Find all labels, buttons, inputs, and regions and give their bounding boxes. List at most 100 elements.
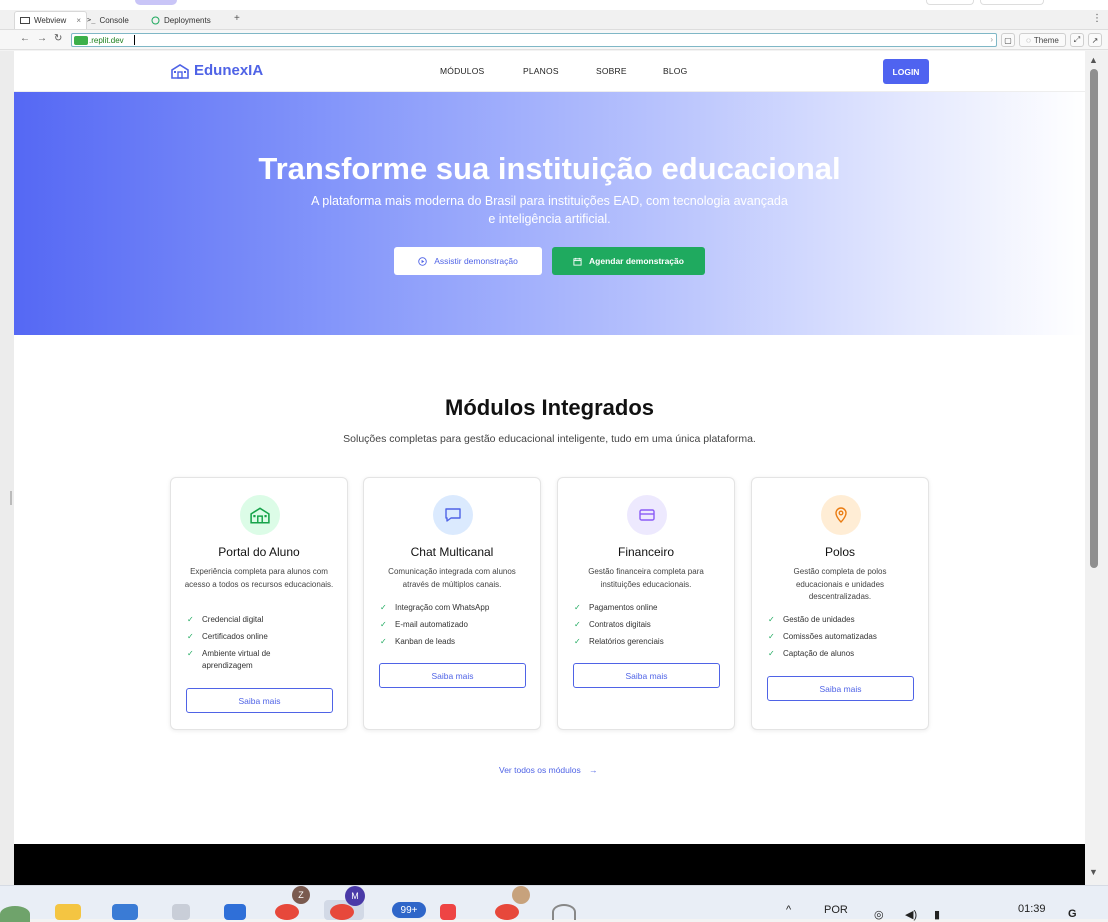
language-indicator[interactable]: POR — [824, 904, 848, 916]
module-card-polos: Polos Gestão completa de polos educacion… — [751, 477, 929, 730]
hero-subtitle: A plataforma mais moderna do Brasil para… — [304, 192, 795, 228]
card-title: Portal do Aluno — [218, 545, 300, 559]
tab-label: Deployments — [164, 15, 211, 25]
feature-item: ✓ Captação de alunos — [768, 648, 918, 660]
page-scrollbar[interactable]: ▲ ▼ — [1085, 51, 1108, 885]
clock-time[interactable]: 01:39 — [1018, 903, 1046, 915]
check-icon: ✓ — [574, 637, 581, 646]
wifi-icon[interactable] — [552, 904, 576, 920]
file-explorer-icon[interactable] — [55, 904, 81, 920]
card-description: Experiência completa para alunos com ace… — [184, 567, 334, 589]
chrome-icon[interactable] — [330, 904, 354, 920]
chrome-icon[interactable] — [495, 904, 519, 920]
feature-item: ✓ Ambiente virtual de aprendizagem — [187, 648, 337, 672]
feature-item: ✓ Gestão de unidades — [768, 614, 918, 626]
link-icon[interactable]: ⤢ — [1070, 33, 1084, 47]
school-icon — [250, 507, 270, 524]
more-options-icon[interactable]: ⋮ — [1092, 13, 1102, 24]
top-button-1[interactable] — [926, 0, 974, 5]
feature-item: ✓ E-mail automatizado — [380, 619, 530, 631]
schedule-demo-label: Agendar demonstração — [589, 256, 684, 266]
url-input[interactable]: .replit.dev › — [71, 33, 997, 47]
feature-label: Comissões automatizadas — [783, 632, 877, 641]
check-icon: ✓ — [768, 615, 775, 624]
volume-icon[interactable]: ◀) — [905, 908, 917, 921]
card-title: Financeiro — [617, 545, 675, 559]
tab-webview[interactable]: Webview × — [14, 11, 87, 29]
feature-list: ✓ Pagamentos online ✓ Contratos digitais ✓… — [574, 602, 724, 653]
hero-title: Transforme sua instituição educacional — [258, 151, 841, 186]
feature-item: ✓ Relatórios gerenciais — [574, 636, 724, 648]
site-header: EdunexIA MÓDULOS PLANOS SOBRE BLOG LOGIN — [14, 51, 1085, 92]
workspace-pill[interactable] — [135, 0, 177, 5]
nav-blog[interactable]: BLOG — [663, 66, 687, 76]
learn-more-button[interactable]: Saiba mais — [379, 663, 526, 688]
map-pin-icon — [835, 507, 847, 523]
learn-more-button[interactable]: Saiba mais — [573, 663, 720, 688]
view-all-label: Ver todos os módulos — [499, 765, 581, 775]
hero-subtitle-line1: A plataforma mais moderna do Brasil para… — [311, 194, 788, 208]
new-tab-button[interactable]: + — [234, 13, 240, 24]
monitor-icon — [20, 16, 30, 24]
watch-demo-button[interactable]: Assistir demonstração — [394, 247, 542, 275]
open-external-icon[interactable]: ↗ — [1088, 33, 1102, 47]
avatar — [512, 886, 530, 904]
check-icon: ✓ — [380, 603, 387, 612]
check-icon: ✓ — [187, 615, 194, 624]
lock-app-icon[interactable] — [172, 904, 190, 920]
feature-list: ✓ Credencial digital ✓ Certificados online… — [187, 614, 337, 677]
forward-icon[interactable]: → — [37, 33, 47, 44]
feature-label: Ambiente virtual de aprendizagem — [202, 649, 271, 670]
site-logo[interactable]: EdunexIA — [171, 62, 263, 79]
tab-deployments[interactable]: Deployments — [146, 11, 216, 29]
card-icon-circle — [627, 495, 667, 535]
check-icon: ✓ — [574, 603, 581, 612]
theme-button[interactable]: ◌ Theme — [1019, 33, 1066, 47]
battery-icon[interactable]: ▮ — [934, 908, 940, 921]
nav-sobre[interactable]: SOBRE — [596, 66, 627, 76]
notepad-icon[interactable] — [224, 904, 246, 920]
bookmark-icon[interactable]: › — [990, 35, 993, 44]
resize-handle[interactable] — [10, 491, 12, 505]
tray-chevron-icon[interactable]: ^ — [786, 904, 791, 916]
scroll-down-icon[interactable]: ▼ — [1089, 867, 1098, 877]
modules-title: Módulos Integrados — [445, 395, 654, 420]
feature-item: ✓ Integração com WhatsApp — [380, 602, 530, 614]
login-button[interactable]: LOGIN — [883, 59, 929, 84]
card-description: Comunicação integrada com alunos através… — [388, 567, 516, 589]
widgets-icon[interactable] — [0, 906, 30, 922]
view-all-modules-link[interactable]: Ver todos os módulos → — [499, 765, 598, 775]
schedule-demo-button[interactable]: Agendar demonstração — [552, 247, 705, 275]
feature-item: ✓ Pagamentos online — [574, 602, 724, 614]
module-card-chat: Chat Multicanal Comunicação integrada co… — [363, 477, 541, 730]
app-icon[interactable] — [112, 904, 138, 920]
text-caret — [133, 35, 135, 45]
scroll-up-icon[interactable]: ▲ — [1089, 55, 1098, 65]
network-icon[interactable]: ◎ — [874, 908, 884, 921]
card-title: Polos — [824, 545, 856, 559]
tab-console[interactable]: >_ Console — [82, 11, 134, 29]
chrome-icon[interactable] — [275, 904, 299, 920]
back-icon[interactable]: ← — [20, 33, 30, 44]
scrollbar-thumb[interactable] — [1090, 69, 1098, 568]
learn-more-button[interactable]: Saiba mais — [767, 676, 914, 701]
feature-label: Captação de alunos — [783, 649, 855, 658]
app-icon[interactable] — [440, 904, 456, 920]
feature-label: Credencial digital — [202, 615, 264, 624]
tab-label: Webview — [34, 16, 67, 25]
reload-icon[interactable]: ↻ — [54, 33, 62, 44]
close-icon[interactable]: × — [76, 16, 81, 25]
feature-label: Kanban de leads — [395, 637, 456, 646]
notification-icon[interactable]: G — [1068, 908, 1077, 920]
devtools-icon[interactable]: ▢ — [1001, 33, 1015, 47]
nav-planos[interactable]: PLANOS — [523, 66, 559, 76]
feature-list: ✓ Gestão de unidades ✓ Comissões automatiz… — [768, 614, 918, 665]
url-domain: .replit.dev — [89, 35, 124, 45]
hero-section: Transforme sua instituição educacional A… — [14, 92, 1085, 335]
learn-more-button[interactable]: Saiba mais — [186, 688, 333, 713]
feature-list: ✓ Integração com WhatsApp ✓ E-mail automat… — [380, 602, 530, 653]
top-button-2[interactable] — [980, 0, 1044, 5]
card-description: Gestão financeira completa para institui… — [588, 567, 704, 589]
nav-modulos[interactable]: MÓDULOS — [440, 66, 484, 76]
check-icon: ✓ — [574, 620, 581, 629]
